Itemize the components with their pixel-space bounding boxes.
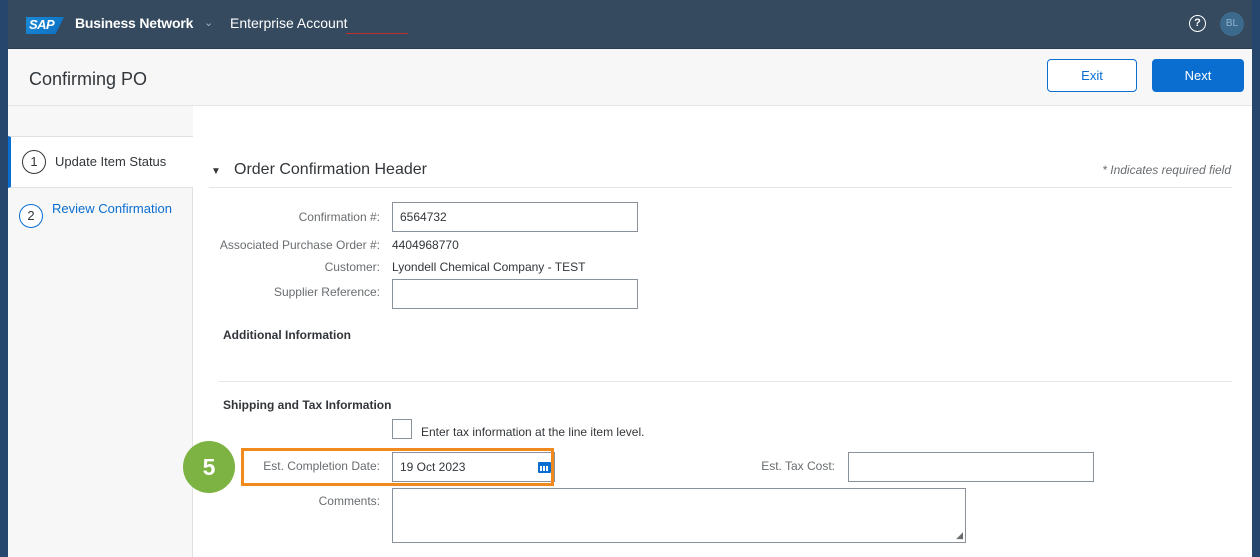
supplier-reference-input[interactable]: [392, 279, 638, 309]
help-icon[interactable]: ?: [1189, 15, 1206, 32]
section-title[interactable]: Order Confirmation Header: [234, 161, 427, 179]
step-badge: 5: [183, 441, 235, 493]
step-label: Review Confirmation: [52, 201, 172, 216]
customer-value: Lyondell Chemical Company - TEST: [392, 260, 586, 274]
tax-line-item-checkbox[interactable]: [392, 419, 412, 439]
divider: [209, 187, 1232, 188]
est-tax-cost-input[interactable]: [848, 452, 1094, 482]
resize-handle-icon[interactable]: ◢: [956, 530, 963, 541]
account-label[interactable]: Enterprise Account: [230, 15, 348, 31]
highlight-box: [241, 448, 554, 486]
po-number-label: Associated Purchase Order #:: [219, 238, 380, 252]
additional-information-heading: Additional Information: [223, 328, 351, 342]
step-number: 1: [22, 150, 46, 174]
customer-label: Customer:: [324, 260, 380, 274]
comments-label: Comments:: [318, 494, 380, 508]
account-underline: [346, 33, 408, 34]
chevron-down-icon[interactable]: ⌄: [204, 16, 213, 29]
tax-line-item-label: Enter tax information at the line item l…: [421, 425, 645, 439]
divider: [219, 381, 1232, 382]
avatar[interactable]: BL: [1220, 12, 1244, 36]
next-button[interactable]: Next: [1152, 59, 1244, 92]
est-tax-cost-label: Est. Tax Cost:: [761, 459, 835, 473]
sap-logo[interactable]: SAP: [26, 17, 64, 34]
step-label: Update Item Status: [55, 154, 167, 169]
required-field-note: * Indicates required field: [1102, 163, 1231, 177]
step-navigation: 1 Update Item Status 2 Review Confirmati…: [8, 136, 193, 557]
supplier-reference-label: Supplier Reference:: [273, 285, 380, 299]
shell-bar: SAP Business Network ⌄ Enterprise Accoun…: [8, 0, 1252, 49]
page-title: Confirming PO: [29, 69, 148, 89]
collapse-caret-icon[interactable]: ▼: [211, 166, 221, 177]
confirmation-number-input[interactable]: 6564732: [392, 202, 638, 232]
exit-button[interactable]: Exit: [1047, 59, 1137, 92]
comments-textarea[interactable]: ◢: [392, 488, 966, 543]
main-content: ▼ Order Confirmation Header * Indicates …: [193, 136, 1252, 557]
step-review-confirmation[interactable]: 2 Review Confirmation: [8, 194, 193, 244]
content-top-spacer: [193, 106, 1252, 136]
page-header: Confirming PO Exit Next: [8, 49, 1252, 106]
step-number: 2: [19, 204, 43, 228]
product-menu[interactable]: Business Network: [75, 15, 193, 31]
step-update-item-status[interactable]: 1 Update Item Status: [8, 136, 193, 188]
confirmation-number-label: Confirmation #:: [298, 210, 380, 224]
shipping-tax-heading: Shipping and Tax Information: [223, 398, 392, 412]
po-number-value: 4404968770: [392, 238, 459, 252]
